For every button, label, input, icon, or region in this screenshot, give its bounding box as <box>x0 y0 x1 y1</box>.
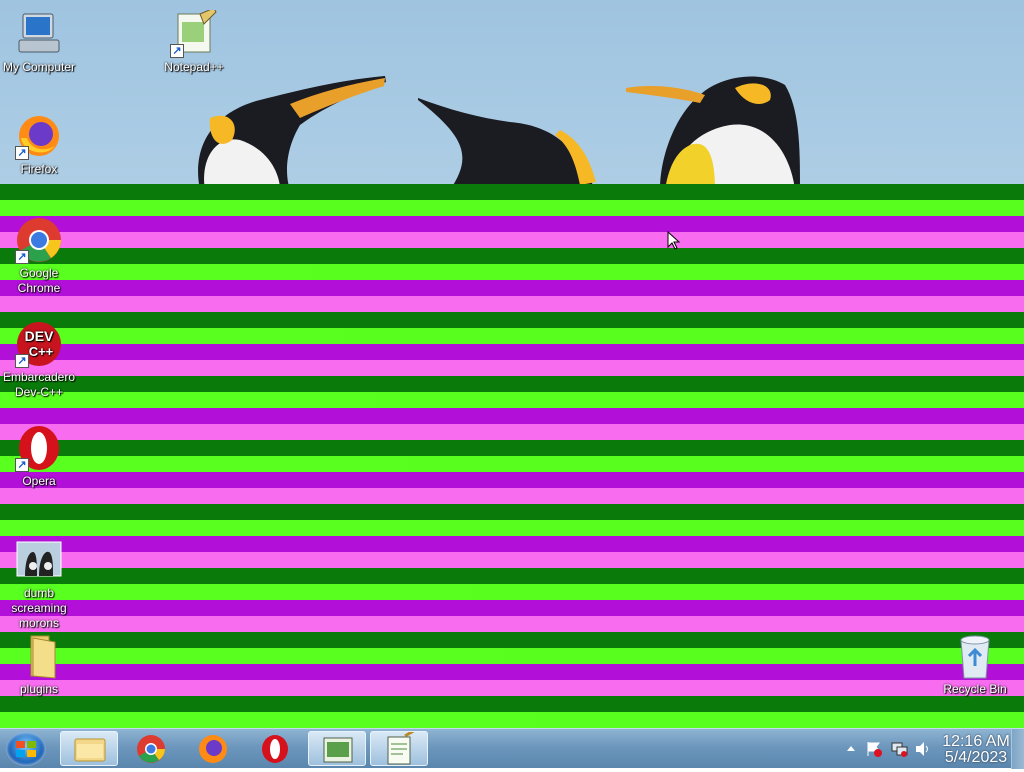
glitch-stripe-offset <box>312 280 1024 296</box>
desktop-icon-firefox[interactable]: ↗ Firefox <box>0 112 78 177</box>
penguins-wallpaper-image <box>198 76 800 190</box>
glitch-stripe-offset <box>376 392 1024 408</box>
glitch-stripe-offset <box>280 184 1024 200</box>
clock-time: 12:16 AM <box>942 733 1010 750</box>
svg-text:C++: C++ <box>29 344 54 359</box>
windows-logo-icon <box>16 741 36 757</box>
taskbar-firefox-button[interactable] <box>184 731 242 766</box>
desktop-wallpaper <box>0 0 1024 728</box>
show-desktop-button[interactable] <box>1011 729 1024 769</box>
opera-icon: ↗ <box>15 424 63 472</box>
desktop-icon-label: Opera <box>22 474 56 488</box>
glitch-stripe-offset <box>472 584 1024 600</box>
desktop-icon-label: My Computer <box>2 60 76 74</box>
desktop-icon-opera[interactable]: ↗ Opera <box>0 424 78 489</box>
glitch-stripe-offset <box>440 520 1024 536</box>
notepad-icon <box>387 728 416 765</box>
glitch-stripe-offset <box>376 408 1024 424</box>
desktop-icon-label: Recycle Bin <box>943 682 1007 696</box>
glitch-stripe-offset <box>472 600 1024 616</box>
glitch-stripe-offset <box>280 232 1024 248</box>
glitch-stripe-offset <box>472 568 1024 584</box>
desktop-icon-label: Google Chrome <box>17 266 61 295</box>
glitch-stripe-offset <box>440 504 1024 520</box>
glitch-stripe-offset <box>440 536 1024 552</box>
shortcut-arrow-icon: ↗ <box>170 44 184 58</box>
taskbar-explorer-button[interactable] <box>60 731 118 766</box>
desktop-icon-label: Embarcadero Dev-C++ <box>2 370 76 399</box>
system-clock[interactable]: 12:16 AM 5/4/2023 <box>942 734 1010 766</box>
desktop-icon-dumb-screaming-morons[interactable]: dumb screaming morons <box>0 536 78 631</box>
desktop-icon-label: Notepad++ <box>164 60 224 74</box>
notepadpp-icon: ↗ <box>170 7 218 58</box>
glitch-stripe-offset <box>344 344 1024 360</box>
glitch-stripe-offset <box>408 440 1024 456</box>
glitch-stripe-offset <box>536 712 1024 728</box>
taskbar-chrome-button[interactable] <box>122 731 180 766</box>
folder-icon <box>15 632 63 680</box>
desktop-icon-google-chrome[interactable]: ↗ Google Chrome <box>0 216 78 296</box>
folder-icon <box>74 738 106 762</box>
taskbar: 12:16 AM 5/4/2023 <box>0 728 1024 769</box>
desktop-icon-label: Firefox <box>20 162 58 176</box>
glitch-stripe-offset <box>408 488 1024 504</box>
svg-text:DEV: DEV <box>25 328 54 344</box>
recycle-bin-icon <box>951 632 999 680</box>
glitch-stripe-offset <box>312 296 1024 312</box>
firefox-icon: ↗ <box>15 112 63 160</box>
desktop-icon-my-computer[interactable]: My Computer <box>0 10 78 75</box>
glitch-stripe-offset <box>408 456 1024 472</box>
chrome-icon: ↗ <box>15 216 63 264</box>
glitch-stripe-offset <box>472 616 1024 632</box>
desktop-icon-notepadpp[interactable]: ↗ Notepad++ <box>155 7 233 75</box>
network-icon[interactable] <box>890 740 908 758</box>
action-center-flag-icon[interactable] <box>865 740 883 758</box>
firefox-icon <box>199 735 227 763</box>
display-glitch-stripes <box>0 184 1024 728</box>
clock-date: 5/4/2023 <box>944 749 1008 766</box>
image-file-icon <box>15 536 63 584</box>
glitch-stripe-offset <box>376 376 1024 392</box>
desktop-icon-label: dumb screaming morons <box>11 586 67 630</box>
show-hidden-icons-arrow-icon[interactable] <box>845 743 857 755</box>
shortcut-arrow-icon: ↗ <box>15 354 29 368</box>
computer-icon <box>15 10 63 58</box>
opera-icon <box>262 735 288 763</box>
notepadpp-icon <box>323 737 353 763</box>
taskbar-opera-button[interactable] <box>246 731 304 766</box>
desktop-icon-recycle-bin[interactable]: Recycle Bin <box>936 632 1014 697</box>
taskbar-notepadpp-button[interactable] <box>308 731 366 766</box>
glitch-stripe-offset <box>376 424 1024 440</box>
shortcut-arrow-icon: ↗ <box>15 250 29 264</box>
glitch-stripe-offset <box>280 200 1024 216</box>
glitch-stripe-offset <box>536 696 1024 712</box>
glitch-stripe-offset <box>344 312 1024 328</box>
desktop-icon-label: plugins <box>19 682 59 696</box>
chrome-icon <box>137 735 165 763</box>
glitch-stripe-offset <box>344 328 1024 344</box>
shortcut-arrow-icon: ↗ <box>15 458 29 472</box>
taskbar-notepad-button[interactable] <box>370 728 428 766</box>
desktop-icon-plugins-folder[interactable]: plugins <box>0 632 78 697</box>
glitch-stripe-offset <box>280 216 1024 232</box>
mouse-cursor-icon <box>667 231 681 250</box>
start-button[interactable] <box>6 732 46 766</box>
glitch-stripe-offset <box>440 552 1024 568</box>
glitch-stripe-offset <box>408 472 1024 488</box>
glitch-stripe-offset <box>344 360 1024 376</box>
volume-speaker-icon[interactable] <box>914 740 932 758</box>
devcpp-icon: DEV C++ ↗ <box>15 320 63 368</box>
glitch-stripe-offset <box>312 264 1024 280</box>
desktop-icon-devcpp[interactable]: DEV C++ ↗ Embarcadero Dev-C++ <box>0 320 78 400</box>
shortcut-arrow-icon: ↗ <box>15 146 29 160</box>
